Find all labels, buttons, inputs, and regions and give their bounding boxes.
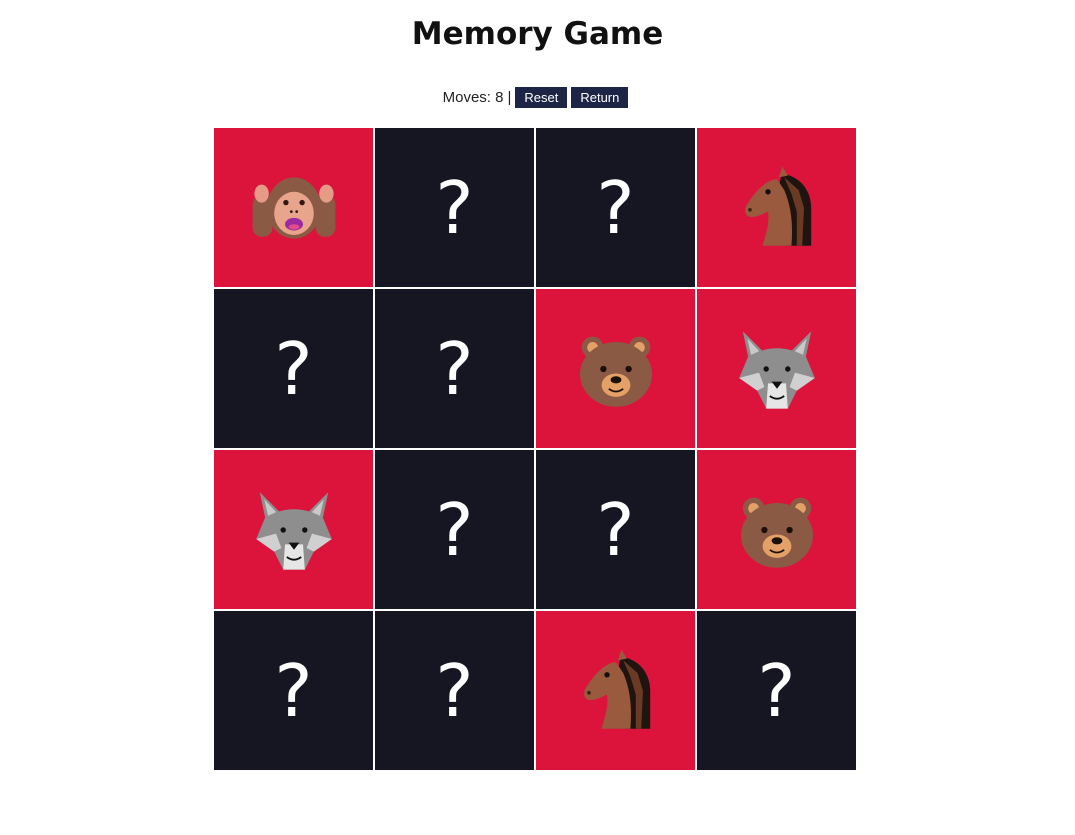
question-mark: ? [435,165,474,250]
question-mark: ? [274,648,313,733]
card-revealed[interactable]: 🐺 [697,289,856,448]
card-revealed[interactable]: 🐻 [697,450,856,609]
question-mark: ? [596,487,635,572]
card-grid: 🙉??🐴??🐻🐺🐺??🐻??🐴? [214,128,856,770]
card-hidden[interactable]: ? [375,128,534,287]
card-revealed[interactable]: 🐴 [536,611,695,770]
return-button[interactable]: Return [571,86,629,108]
monkey-hear-no-evil-icon [249,163,339,253]
card-hidden[interactable]: ? [375,611,534,770]
card-hidden[interactable]: ? [214,289,373,448]
bear-icon [571,324,661,414]
card-revealed[interactable]: 🐺 [214,450,373,609]
horse-icon [571,646,661,736]
question-mark: ? [435,648,474,733]
card-hidden[interactable]: ? [536,450,695,609]
wolf-icon [249,485,339,575]
card-hidden[interactable]: ? [214,611,373,770]
card-hidden[interactable]: ? [536,128,695,287]
card-hidden[interactable]: ? [697,611,856,770]
card-hidden[interactable]: ? [375,450,534,609]
horse-icon [732,163,822,253]
wolf-icon [732,324,822,414]
question-mark: ? [435,326,474,411]
reset-button[interactable]: Reset [515,86,568,108]
question-mark: ? [435,487,474,572]
card-revealed[interactable]: 🐴 [697,128,856,287]
card-revealed[interactable]: 🙉 [214,128,373,287]
separator: | [507,88,512,106]
page-title: Memory Game [411,16,664,52]
question-mark: ? [274,326,313,411]
question-mark: ? [596,165,635,250]
bear-icon [732,485,822,575]
card-hidden[interactable]: ? [375,289,534,448]
question-mark: ? [757,648,796,733]
game-controls: Moves: 8 | Reset Return [0,86,1075,108]
card-revealed[interactable]: 🐻 [536,289,695,448]
moves-counter: Moves: 8 [442,88,504,106]
